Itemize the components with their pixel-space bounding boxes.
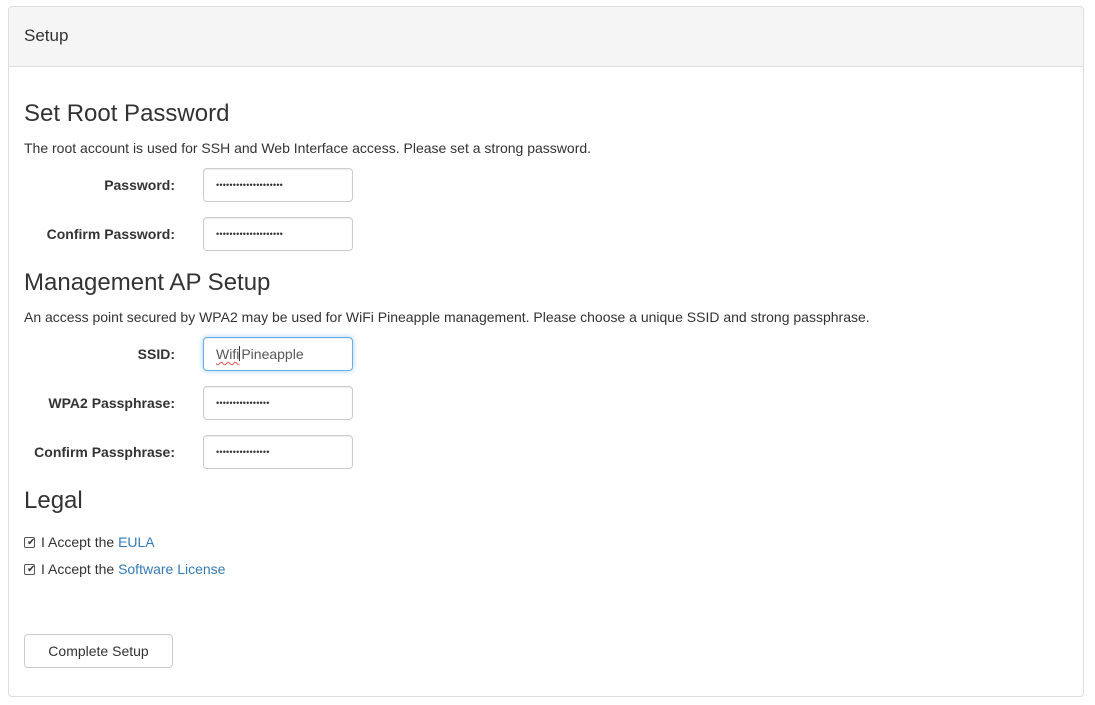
confirm-passphrase-label: Confirm Passphrase: <box>34 444 175 460</box>
panel-title: Setup <box>9 7 1083 67</box>
license-prefix: I Accept the <box>41 561 119 577</box>
wpa2-passphrase-label: WPA2 Passphrase: <box>48 395 175 411</box>
legal-heading: Legal <box>24 487 83 514</box>
root-password-heading: Set Root Password <box>24 100 230 127</box>
eula-prefix: I Accept the <box>41 534 119 550</box>
software-license-link[interactable]: Software License <box>118 561 225 577</box>
ssid-label: SSID: <box>137 346 175 362</box>
ssid-value-part1: Wifi <box>216 346 240 362</box>
eula-checkbox-row: ✔ I Accept the EULA <box>24 532 155 552</box>
ssid-value-part2: Pineapple <box>241 346 304 362</box>
wpa2-passphrase-input[interactable]: •••••••••••••••• <box>203 386 353 420</box>
wpa2-passphrase-row: WPA2 Passphrase: •••••••••••••••• <box>9 386 409 420</box>
license-checkbox[interactable]: ✔ <box>24 564 35 575</box>
management-ap-heading: Management AP Setup <box>24 269 271 296</box>
eula-link[interactable]: EULA <box>118 534 155 550</box>
ssid-input[interactable]: Wifi Pineapple <box>203 337 353 371</box>
confirm-password-input[interactable]: •••••••••••••••••••• <box>203 217 353 251</box>
password-row: Password: •••••••••••••••••••• <box>9 168 409 202</box>
root-password-description: The root account is used for SSH and Web… <box>24 140 592 156</box>
password-label: Password: <box>104 177 175 193</box>
checkmark-icon: ✔ <box>27 537 36 548</box>
confirm-passphrase-input[interactable]: •••••••••••••••• <box>203 435 353 469</box>
eula-checkbox[interactable]: ✔ <box>24 537 35 548</box>
confirm-password-row: Confirm Password: •••••••••••••••••••• <box>9 217 409 251</box>
complete-setup-button[interactable]: Complete Setup <box>24 634 173 668</box>
license-checkbox-row: ✔ I Accept the Software License <box>24 559 225 579</box>
confirm-password-label: Confirm Password: <box>46 226 175 242</box>
checkmark-icon: ✔ <box>27 564 36 575</box>
ssid-row: SSID: Wifi Pineapple <box>9 337 409 371</box>
management-ap-description: An access point secured by WPA2 may be u… <box>24 309 870 325</box>
confirm-passphrase-row: Confirm Passphrase: •••••••••••••••• <box>9 435 409 469</box>
password-input[interactable]: •••••••••••••••••••• <box>203 168 353 202</box>
setup-panel: Setup Set Root Password The root account… <box>8 6 1084 697</box>
